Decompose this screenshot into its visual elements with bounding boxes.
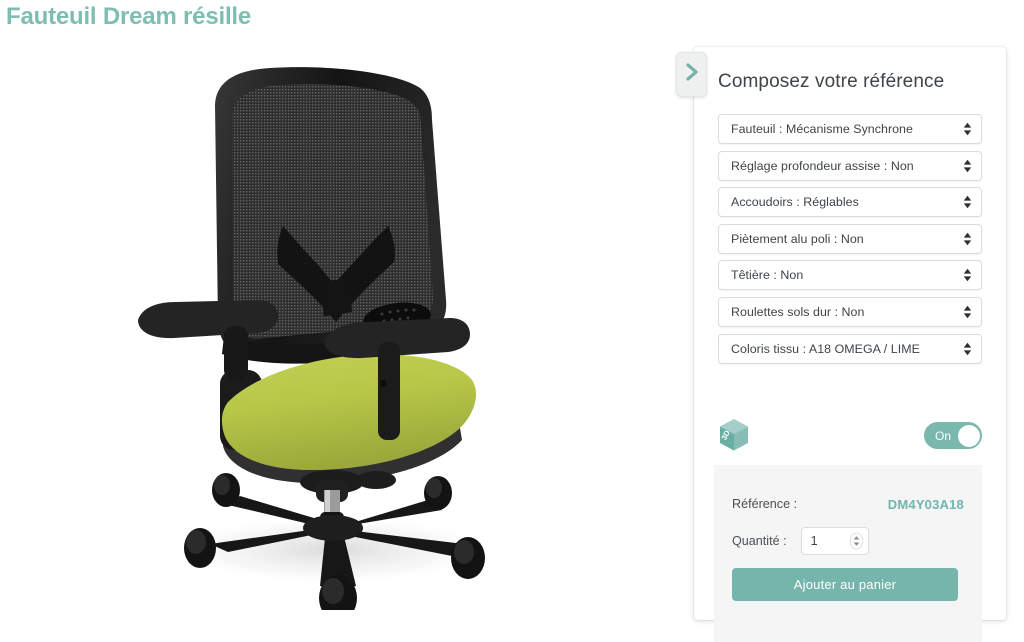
reference-row: Référence : DM4Y03A18 (732, 497, 964, 512)
page-title: Fauteuil Dream résille (6, 3, 252, 30)
select-accoudoirs[interactable]: Accoudoirs : Réglables (718, 187, 982, 218)
quantity-value[interactable]: 1 (802, 534, 818, 548)
chevron-right-icon (685, 63, 699, 86)
quantity-spinner-arrows-icon[interactable] (849, 532, 863, 550)
select-roulettes-sols-dur-label: Roulettes sols dur : Non (731, 304, 865, 319)
three-d-toggle-knob (957, 424, 980, 447)
updown-arrows-icon (963, 268, 972, 282)
select-fauteuil-label: Fauteuil : Mécanisme Synchrone (731, 122, 913, 136)
updown-arrows-icon (963, 195, 972, 209)
product-image-chair (138, 67, 497, 610)
updown-arrows-icon (963, 159, 972, 173)
select-tetiere[interactable]: Têtière : Non (718, 260, 982, 291)
configurator-panel: Composez votre référence Fauteuil : Méca… (694, 47, 1006, 642)
updown-arrows-icon (963, 232, 972, 246)
three-d-viewer-row: 3D On (718, 418, 982, 454)
options-list: Fauteuil : Mécanisme Synchrone Réglage p… (718, 114, 982, 370)
select-coloris-tissu-label: Coloris tissu : A18 OMEGA / LIME (731, 341, 920, 356)
updown-arrows-icon (963, 305, 972, 319)
three-d-toggle[interactable]: On (924, 422, 982, 449)
select-accoudoirs-label: Accoudoirs : Réglables (731, 195, 859, 210)
add-to-cart-button[interactable]: Ajouter au panier (732, 568, 958, 601)
product-configurator-page: Fauteuil Dream résille Composez votre ré… (0, 0, 1024, 642)
cube-3d-icon[interactable]: 3D (718, 418, 750, 457)
quantity-stepper[interactable]: 1 (800, 527, 869, 555)
summary-box: Référence : DM4Y03A18 Quantité : 1 Ajout… (714, 465, 982, 642)
product-image-stage (0, 40, 660, 640)
panel-collapse-toggle[interactable] (676, 52, 707, 97)
select-tetiere-label: Têtière : Non (731, 268, 804, 283)
updown-arrows-icon (963, 342, 972, 356)
select-pietement-alu-poli[interactable]: Piètement alu poli : Non (718, 223, 982, 254)
updown-arrows-icon (963, 122, 972, 136)
quantity-label: Quantité : (732, 534, 787, 548)
select-reglage-profondeur-assise[interactable]: Réglage profondeur assise : Non (718, 150, 982, 181)
select-pietement-alu-poli-label: Piètement alu poli : Non (731, 231, 864, 246)
select-coloris-tissu[interactable]: Coloris tissu : A18 OMEGA / LIME (718, 333, 982, 364)
select-fauteuil[interactable]: Fauteuil : Mécanisme Synchrone (718, 114, 982, 144)
select-reglage-profondeur-assise-label: Réglage profondeur assise : Non (731, 158, 914, 173)
three-d-toggle-label: On (935, 428, 952, 443)
select-roulettes-sols-dur[interactable]: Roulettes sols dur : Non (718, 296, 982, 327)
reference-value: DM4Y03A18 (887, 497, 964, 512)
reference-label: Référence : (732, 497, 798, 511)
quantity-row: Quantité : 1 (732, 527, 964, 555)
panel-title: Composez votre référence (718, 71, 945, 92)
